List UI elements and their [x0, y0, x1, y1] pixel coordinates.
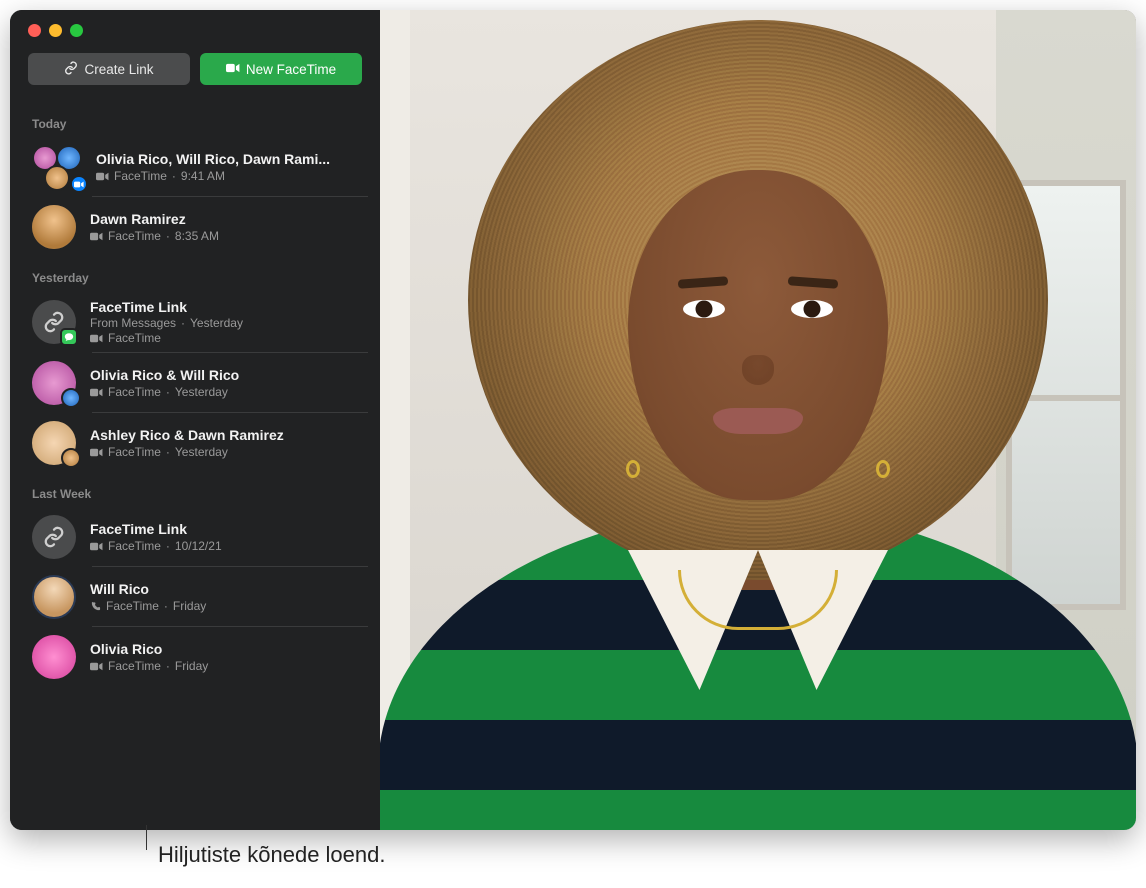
contact-avatar: [32, 635, 76, 679]
call-item[interactable]: Olivia Rico & Will Rico FaceTime · Yeste…: [10, 353, 380, 413]
sidebar: Create Link New FaceTime Today: [10, 10, 380, 830]
phone-icon: [90, 601, 101, 612]
call-item[interactable]: FaceTime Link From Messages · Yesterday …: [10, 291, 380, 353]
toolbar: Create Link New FaceTime: [10, 47, 380, 103]
messages-badge-icon: [60, 328, 78, 346]
new-facetime-button[interactable]: New FaceTime: [200, 53, 362, 85]
call-title: Will Rico: [90, 581, 368, 597]
window-minimize-button[interactable]: [49, 24, 62, 37]
link-icon: [43, 526, 65, 548]
call-item[interactable]: FaceTime Link FaceTime · 10/12/21: [10, 507, 380, 567]
video-icon: [90, 232, 103, 241]
secondary-avatar: [61, 388, 81, 408]
call-type: FaceTime: [108, 539, 161, 553]
call-type: FaceTime: [108, 385, 161, 399]
video-preview: [380, 10, 1136, 830]
callout-text: Hiljutiste kõnede loend.: [158, 842, 385, 868]
contact-avatar: [32, 205, 76, 249]
group-avatar: [32, 361, 76, 405]
call-type: FaceTime: [108, 331, 161, 345]
video-icon: [90, 388, 103, 397]
call-item[interactable]: Olivia Rico FaceTime · Friday: [10, 627, 380, 687]
video-icon: [90, 542, 103, 551]
call-type: FaceTime: [108, 229, 161, 243]
callout-line: [146, 825, 147, 850]
create-link-button[interactable]: Create Link: [28, 53, 190, 85]
video-icon: [90, 448, 103, 457]
call-time: 9:41 AM: [181, 169, 225, 183]
call-type: FaceTime: [114, 169, 167, 183]
link-icon: [64, 61, 78, 78]
call-item[interactable]: Olivia Rico, Will Rico, Dawn Rami... Fac…: [10, 137, 380, 197]
call-time: Yesterday: [175, 385, 228, 399]
call-item[interactable]: Will Rico FaceTime · Friday: [10, 567, 380, 627]
video-icon: [90, 334, 103, 343]
call-title: Olivia Rico: [90, 641, 368, 657]
window-controls: [10, 10, 380, 47]
call-title: Ashley Rico & Dawn Ramirez: [90, 427, 368, 443]
link-avatar: [32, 515, 76, 559]
call-time: 10/12/21: [175, 539, 222, 553]
call-time: Friday: [173, 599, 206, 613]
group-avatar: [32, 421, 76, 465]
call-title: FaceTime Link: [90, 299, 368, 315]
secondary-avatar: [61, 448, 81, 468]
window-fullscreen-button[interactable]: [70, 24, 83, 37]
recent-calls-list: Today Olivia Rico, Will Rico, Dawn Rami.…: [10, 103, 380, 830]
section-header-today: Today: [10, 103, 380, 137]
facetime-window: Create Link New FaceTime Today: [10, 10, 1136, 830]
call-item[interactable]: Ashley Rico & Dawn Ramirez FaceTime · Ye…: [10, 413, 380, 473]
call-time: Yesterday: [175, 445, 228, 459]
call-time: Friday: [175, 659, 208, 673]
call-title: FaceTime Link: [90, 521, 368, 537]
call-item[interactable]: Dawn Ramirez FaceTime · 8:35 AM: [10, 197, 380, 257]
facetime-badge-icon: [70, 175, 88, 193]
call-type: FaceTime: [108, 659, 161, 673]
call-time: 8:35 AM: [175, 229, 219, 243]
call-title: Olivia Rico & Will Rico: [90, 367, 368, 383]
call-type: FaceTime: [106, 599, 159, 613]
video-icon: [96, 172, 109, 181]
group-avatar: [32, 145, 82, 189]
call-time: Yesterday: [190, 316, 243, 330]
section-header-yesterday: Yesterday: [10, 257, 380, 291]
call-from: From Messages: [90, 316, 176, 330]
call-title: Dawn Ramirez: [90, 211, 368, 227]
video-icon: [226, 61, 240, 78]
link-avatar: [32, 300, 76, 344]
window-close-button[interactable]: [28, 24, 41, 37]
call-title: Olivia Rico, Will Rico, Dawn Rami...: [96, 151, 368, 167]
video-icon: [90, 662, 103, 671]
new-facetime-label: New FaceTime: [246, 62, 336, 77]
call-type: FaceTime: [108, 445, 161, 459]
section-header-last-week: Last Week: [10, 473, 380, 507]
create-link-label: Create Link: [84, 62, 153, 77]
contact-avatar: [32, 575, 76, 619]
